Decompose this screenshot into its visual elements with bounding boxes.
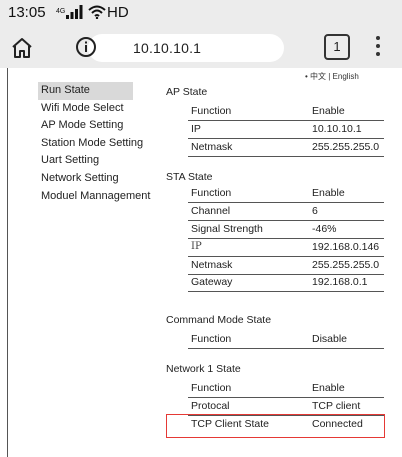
row-key: Protocal: [191, 400, 230, 412]
network-type: 4G: [56, 8, 66, 15]
more-menu-icon[interactable]: [374, 36, 382, 60]
command-mode-title: Command Mode State: [166, 314, 272, 326]
table-row: Netmask 255.255.255.0: [188, 139, 384, 157]
table-row: Function Enable: [188, 185, 384, 203]
row-value: 255.255.255.0: [312, 141, 380, 153]
row-key: IP: [191, 123, 201, 135]
row-key: Channel: [191, 205, 231, 217]
row-value: Enable: [312, 187, 345, 199]
table-row: Channel 6: [188, 203, 384, 221]
nav-item-module-management[interactable]: Moduel Mannagement: [38, 188, 150, 206]
tabs-button[interactable]: 1: [324, 34, 350, 60]
sta-state-title: STA State: [166, 171, 213, 183]
nav-item-ap-mode-setting[interactable]: AP Mode Setting: [38, 117, 150, 135]
row-value: Disable: [312, 333, 348, 345]
url-bar[interactable]: 10.10.10.1: [76, 34, 284, 62]
row-value: Enable: [312, 382, 345, 394]
nav-item-uart-setting[interactable]: Uart Setting: [38, 152, 150, 170]
nav-item-wifi-mode-select[interactable]: Wifi Mode Select: [38, 100, 150, 118]
home-icon[interactable]: [10, 36, 34, 60]
url-text[interactable]: 10.10.10.1: [133, 40, 201, 56]
row-value: Enable: [312, 105, 345, 117]
row-key: Function: [191, 382, 232, 394]
status-time: 13:05: [8, 4, 46, 21]
table-row: Signal Strength -46%: [188, 221, 384, 239]
row-key: Netmask: [191, 141, 233, 153]
row-key: Gateway: [191, 276, 233, 288]
sidebar-nav: Run State Wifi Mode Select AP Mode Setti…: [38, 82, 150, 205]
row-value: 192.168.0.1: [312, 276, 368, 288]
wifi-icon: [88, 5, 106, 19]
table-row: Netmask 255.255.255.0: [188, 257, 384, 275]
table-row: IP 10.10.10.1: [188, 121, 384, 139]
language-switch[interactable]: • 中文 | English: [305, 71, 359, 82]
row-value: -46%: [312, 223, 337, 235]
table-row: Gateway 192.168.0.1: [188, 274, 384, 292]
row-key: Netmask: [191, 259, 233, 271]
info-icon[interactable]: [74, 35, 98, 59]
row-value: 192.168.0.146: [312, 241, 380, 253]
hd-badge: HD: [107, 4, 129, 21]
nav-item-network-setting[interactable]: Network Setting: [38, 170, 150, 188]
table-row: Function Disable: [188, 331, 384, 349]
row-key: Function: [191, 105, 232, 117]
highlight-box: [166, 414, 385, 438]
row-value: 255.255.255.0: [312, 259, 380, 271]
browser-toolbar: 10.10.10.1 1: [0, 28, 402, 68]
table-row: Function Enable: [188, 103, 384, 121]
table-row: IP 192.168.0.146: [188, 239, 384, 257]
nav-item-run-state[interactable]: Run State: [38, 82, 133, 100]
network-1-title: Network 1 State: [166, 363, 241, 375]
row-key: IP: [191, 241, 202, 252]
row-value: TCP client: [312, 400, 361, 412]
row-key: Signal Strength: [191, 223, 263, 235]
row-value: 6: [312, 205, 318, 217]
ap-state-title: AP State: [166, 86, 208, 98]
row-key: Function: [191, 333, 232, 345]
row-key: Function: [191, 187, 232, 199]
table-row: Function Enable: [188, 380, 384, 398]
status-bar: 13:05 4G HD: [0, 0, 402, 28]
page-left-border: [7, 68, 8, 457]
nav-item-station-mode-setting[interactable]: Station Mode Setting: [38, 135, 150, 153]
signal-bars-icon: [66, 5, 83, 19]
row-value: 10.10.10.1: [312, 123, 362, 135]
